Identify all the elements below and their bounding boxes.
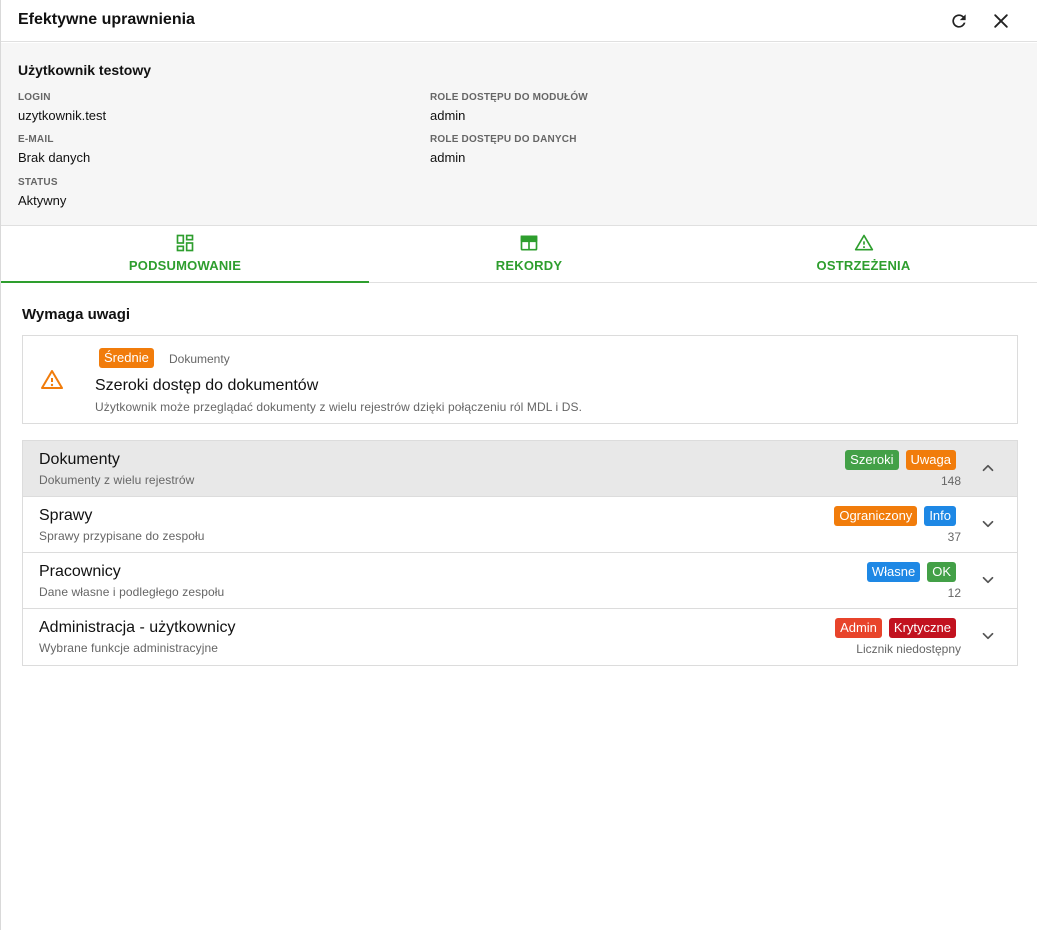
section-title: Wymaga uwagi xyxy=(22,306,131,323)
record-count: 37 xyxy=(947,530,961,544)
email-label: E-MAIL xyxy=(18,134,54,145)
record-row-admin-users[interactable]: Administracja - użytkownicy Wybrane funk… xyxy=(23,609,1017,665)
chevron-down-icon[interactable] xyxy=(979,571,997,589)
table-icon xyxy=(520,235,538,251)
email-value: Brak danych xyxy=(18,150,91,165)
refresh-icon xyxy=(952,14,966,28)
chevron-down-icon[interactable] xyxy=(979,627,997,645)
warning-icon xyxy=(854,234,873,251)
module-roles-label: ROLE DOSTĘPU DO MODUŁÓW xyxy=(430,92,588,103)
warning-card: Średnie Dokumenty Szeroki dostęp do doku… xyxy=(22,335,1018,424)
scope-badge: Szeroki xyxy=(845,450,899,470)
close-icon xyxy=(994,14,1008,28)
level-badge: Uwaga xyxy=(905,450,956,470)
module-roles-field: ROLE DOSTĘPU DO MODUŁÓW admin xyxy=(430,91,588,124)
record-badges: Szeroki Uwaga xyxy=(845,450,956,470)
warning-title: Szeroki dostęp do dokumentów xyxy=(95,377,319,394)
record-count: Licznik niedostępny xyxy=(856,642,961,656)
tab-bar: PODSUMOWANIE REKORDY OSTRZEŻENIA xyxy=(1,226,1037,283)
records-list: Dokumenty Dokumenty z wielu rejestrów Sz… xyxy=(22,440,1018,666)
record-subtitle: Sprawy przypisane do zespołu xyxy=(39,529,205,543)
record-badges: Admin Krytyczne xyxy=(835,618,956,638)
record-count: 12 xyxy=(947,586,961,600)
permissions-dialog: Efektywne uprawnienia Użytkownik testowy… xyxy=(0,0,1037,930)
warning-description: Użytkownik może przeglądać dokumenty z w… xyxy=(95,400,583,414)
data-roles-value: admin xyxy=(430,150,466,165)
chevron-down-icon[interactable] xyxy=(979,515,997,533)
record-count: 148 xyxy=(940,474,961,488)
tab-records[interactable]: REKORDY xyxy=(369,226,689,282)
record-title: Administracja - użytkownicy xyxy=(39,619,236,636)
data-roles-label: ROLE DOSTĘPU DO DANYCH xyxy=(430,134,577,145)
tab-summary[interactable]: PODSUMOWANIE xyxy=(1,226,369,283)
tab-summary-label: PODSUMOWANIE xyxy=(128,258,242,273)
record-badges: Własne OK xyxy=(866,562,956,582)
user-name: Użytkownik testowy xyxy=(18,62,152,78)
record-title: Dokumenty xyxy=(39,451,120,468)
login-field: LOGIN uzytkownik.test xyxy=(18,91,106,124)
record-row-documents[interactable]: Dokumenty Dokumenty z wielu rejestrów Sz… xyxy=(23,441,1017,497)
record-subtitle: Dane własne i podległego zespołu xyxy=(39,585,225,599)
record-badges: Ograniczony Info xyxy=(834,506,956,526)
refresh-button[interactable] xyxy=(946,8,972,34)
close-button[interactable] xyxy=(988,8,1014,34)
user-info-panel: Użytkownik testowy LOGIN uzytkownik.test… xyxy=(1,43,1037,226)
record-row-employees[interactable]: Pracownicy Dane własne i podległego zesp… xyxy=(23,553,1017,609)
level-badge: Krytyczne xyxy=(888,618,956,638)
status-value: Aktywny xyxy=(18,193,67,208)
record-row-cases[interactable]: Sprawy Sprawy przypisane do zespołu Ogra… xyxy=(23,497,1017,553)
dialog-title: Efektywne uprawnienia xyxy=(18,11,195,28)
login-label: LOGIN xyxy=(18,92,51,103)
level-badge: Info xyxy=(924,506,956,526)
login-value: uzytkownik.test xyxy=(18,108,107,123)
record-subtitle: Wybrane funkcje administracyjne xyxy=(39,641,219,655)
warning-category: Dokumenty xyxy=(169,352,230,366)
status-field: STATUS Aktywny xyxy=(18,176,66,209)
chevron-up-icon[interactable] xyxy=(979,459,997,477)
record-title: Sprawy xyxy=(39,507,93,524)
warning-icon xyxy=(41,370,63,389)
dialog-header: Efektywne uprawnienia xyxy=(1,0,1037,42)
data-roles-field: ROLE DOSTĘPU DO DANYCH admin xyxy=(430,133,577,166)
tab-records-label: REKORDY xyxy=(495,258,563,273)
record-subtitle: Dokumenty z wielu rejestrów xyxy=(39,473,195,487)
scope-badge: Ograniczony xyxy=(834,506,918,526)
tab-warnings[interactable]: OSTRZEŻENIA xyxy=(689,226,1037,282)
email-field: E-MAIL Brak danych xyxy=(18,133,90,166)
tab-warnings-label: OSTRZEŻENIA xyxy=(816,258,911,273)
status-label: STATUS xyxy=(18,177,58,188)
scope-badge: Własne xyxy=(866,562,921,582)
module-roles-value: admin xyxy=(430,108,466,123)
severity-badge: Średnie xyxy=(99,348,154,368)
level-badge: OK xyxy=(927,562,956,582)
scope-badge: Admin xyxy=(835,618,882,638)
record-title: Pracownicy xyxy=(39,563,121,580)
dashboard-icon xyxy=(176,234,194,252)
